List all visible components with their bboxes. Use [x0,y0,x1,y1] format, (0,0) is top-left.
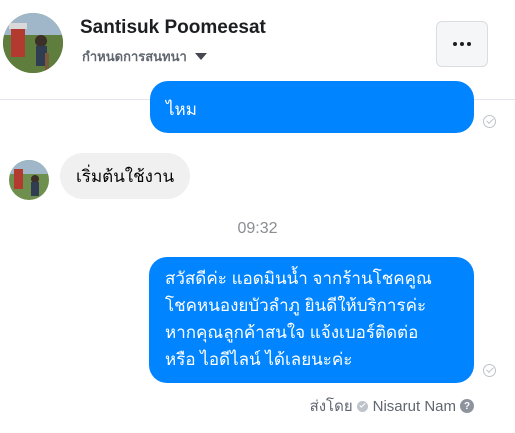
contact-photo [3,13,63,73]
outgoing-message-bubble[interactable]: ไหม [150,81,474,133]
help-icon[interactable]: ? [460,399,474,413]
conversation-setting-dropdown[interactable]: กำหนดการสนทนา [82,46,207,67]
message-text: ไหม [166,100,197,119]
message-line: หรือ ไอดีไลน์ ได้เลยนะค่ะ [165,350,353,369]
sent-by-name: Nisarut Nam [372,397,456,415]
delivered-check-icon [483,115,496,128]
message-timestamp: 09:32 [237,220,278,237]
more-horizontal-icon [453,42,471,46]
verified-check-icon [356,400,368,412]
sent-by-info: ส่งโดย Nisarut Nam ? [310,394,474,418]
sender-photo [9,160,49,200]
message-line: สวัสดีค่ะ แอดมินน้ำ จากร้านโชคคูณ [165,269,432,288]
sent-by-label: ส่งโดย [309,398,353,415]
message-text: เริ่มต้นใช้งาน [76,166,175,186]
caret-down-icon [194,53,207,60]
sender-avatar[interactable] [9,160,49,200]
message-line: โชคหนองยบัวลำภู ยินดีให้บริการค่ะ [165,296,427,315]
message-line: หากคุณลูกค้าสนใจ แจ้งเบอร์ติดต่อ [165,323,419,342]
contact-name[interactable]: Santisuk Poomeesat [80,17,266,39]
delivered-check-icon [483,364,496,377]
outgoing-message-bubble[interactable]: สวัสดีค่ะ แอดมินน้ำ จากร้านโชคคูณ โชคหนอ… [149,257,474,383]
conversation-setting-label: กำหนดการสนทนา [82,49,187,64]
more-options-button[interactable] [436,21,488,67]
message-thread: ไหม เริ่มต้นใช้งาน 09:32 สวัสดีค่ะ แอดมิ… [0,81,515,433]
contact-avatar[interactable] [3,13,63,73]
incoming-message-bubble[interactable]: เริ่มต้นใช้งาน [60,153,191,199]
